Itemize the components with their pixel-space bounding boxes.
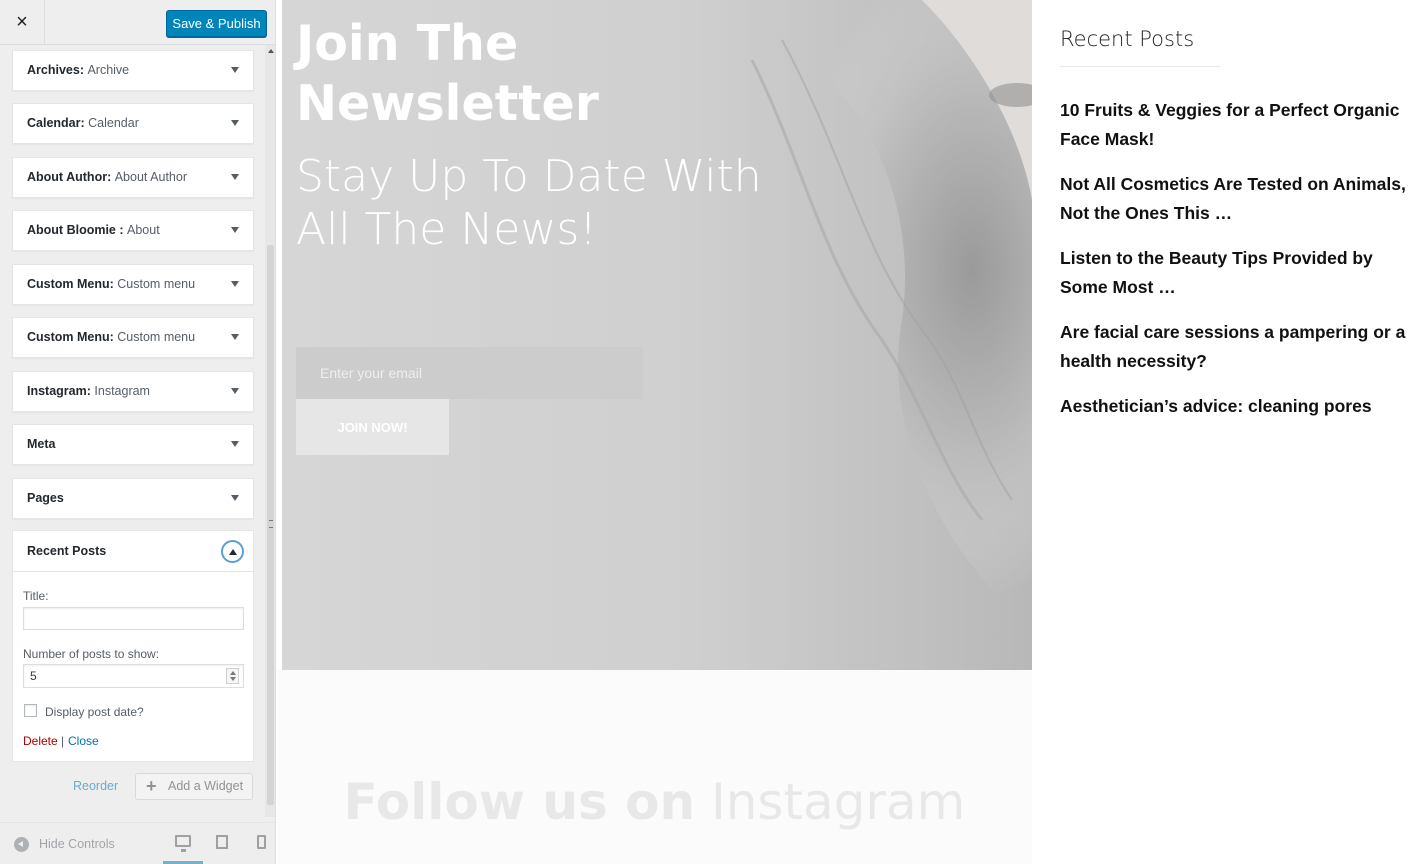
chevron-down-icon[interactable] (231, 441, 239, 447)
number-of-posts-stepper[interactable]: 5 (23, 664, 244, 688)
customizer-sidebar: × Save & Publish Archives: Archive Calen… (0, 0, 276, 864)
close-widget-link[interactable]: Close (68, 734, 99, 748)
widget-custom-menu-1[interactable]: Custom Menu: Custom menu (12, 264, 254, 305)
widget-title: Calendar: Calendar (27, 116, 139, 130)
widget-type: About Bloomie (27, 223, 120, 237)
link-separator: | (61, 734, 65, 748)
scrollbar-grip-icon (269, 520, 273, 528)
widget-custom-menu-2[interactable]: Custom Menu: Custom menu (12, 317, 254, 358)
widget-instance-title: About Author (114, 170, 187, 184)
widget-type: Archives (27, 63, 80, 77)
join-now-button[interactable]: JOIN NOW! (296, 399, 449, 455)
widget-title: Recent Posts (27, 544, 107, 558)
chevron-down-icon[interactable] (231, 227, 239, 233)
save-publish-button[interactable]: Save & Publish (166, 10, 267, 37)
newsletter-subtitle: Stay Up To Date With All The News! (296, 151, 762, 255)
customizer-footer: Hide Controls (0, 822, 275, 864)
widget-title: Meta (27, 437, 56, 451)
newsletter-title: Join The Newsletter (296, 15, 599, 132)
recent-posts-heading: Recent Posts (1060, 27, 1195, 51)
widget-title: Pages (27, 491, 64, 505)
widget-type: Instagram (27, 384, 87, 398)
instagram-section (277, 670, 1032, 864)
display-post-date-label: Display post date? (45, 705, 144, 719)
recent-post-link[interactable]: Listen to the Beauty Tips Provided by So… (1060, 244, 1419, 302)
widget-about-author[interactable]: About Author: About Author (12, 157, 254, 198)
widget-instance-title: Custom menu (117, 330, 196, 344)
number-field-label: Number of posts to show: (23, 647, 160, 661)
scroll-up-icon[interactable] (268, 49, 274, 53)
customizer-header: × Save & Publish (0, 0, 275, 45)
widget-title: Archives: Archive (27, 63, 130, 77)
collapse-arrow-icon (14, 836, 29, 852)
chevron-down-icon[interactable] (231, 281, 239, 287)
widget-title: Instagram: Instagram (27, 384, 150, 398)
widget-title: Custom Menu: Custom menu (27, 330, 196, 344)
add-widget-button[interactable]: + Add a Widget (135, 773, 253, 800)
title-field-label: Title: (23, 589, 49, 603)
number-of-posts-value: 5 (30, 669, 37, 683)
title-field[interactable] (23, 607, 244, 630)
chevron-down-icon[interactable] (231, 174, 239, 180)
desktop-preview-icon[interactable] (175, 835, 191, 852)
widget-type: Custom Menu (27, 277, 110, 291)
instagram-heading-bold: Follow us on (343, 773, 696, 831)
newsletter-email-input[interactable]: Enter your email (296, 347, 643, 399)
site-preview: Join The Newsletter Stay Up To Date With… (277, 0, 1419, 864)
widget-pages[interactable]: Pages (12, 478, 254, 519)
chevron-down-icon[interactable] (231, 388, 239, 394)
add-widget-label: Add a Widget (168, 779, 244, 793)
newsletter-hero: Join The Newsletter Stay Up To Date With… (282, 0, 1032, 670)
widget-type: Calendar (27, 116, 81, 130)
chevron-up-icon (228, 548, 237, 555)
widget-instagram[interactable]: Instagram: Instagram (12, 371, 254, 412)
tablet-preview-icon[interactable] (216, 835, 228, 849)
delete-widget-link[interactable]: Delete (23, 734, 58, 748)
widget-instance-title: About (127, 223, 160, 237)
widget-meta[interactable]: Meta (12, 424, 254, 465)
chevron-down-icon[interactable] (231, 67, 239, 73)
sidebar-scrollbar[interactable] (265, 45, 275, 817)
reorder-widgets-link[interactable]: Reorder (73, 779, 118, 793)
widget-archives[interactable]: Archives: Archive (12, 50, 254, 91)
widget-instance-title: Custom menu (117, 277, 196, 291)
widget-type: About Author (27, 170, 108, 184)
recent-posts-widget-header[interactable]: Recent Posts (13, 531, 253, 572)
recent-post-link[interactable]: Are facial care sessions a pampering or … (1060, 318, 1419, 376)
recent-posts-list: 10 Fruits & Veggies for a Perfect Organi… (1060, 96, 1419, 437)
widget-recent-posts: Recent Posts Title: Number of posts to s… (12, 530, 254, 762)
widget-instance-title: Instagram (94, 384, 150, 398)
recent-post-link[interactable]: Aesthetician’s advice: cleaning pores (1060, 392, 1419, 421)
widget-instance-title: Archive (87, 63, 130, 77)
chevron-down-icon[interactable] (231, 120, 239, 126)
display-post-date-checkbox[interactable] (24, 704, 37, 717)
recent-post-link[interactable]: 10 Fruits & Veggies for a Perfect Organi… (1060, 96, 1419, 154)
recent-post-link[interactable]: Not All Cosmetics Are Tested on Animals,… (1060, 170, 1419, 228)
instagram-heading-light: Instagram (710, 773, 966, 831)
widget-type: Custom Menu (27, 330, 110, 344)
chevron-down-icon[interactable] (231, 334, 239, 340)
widget-title: Custom Menu: Custom menu (27, 277, 196, 291)
widget-title: About Bloomie : About (27, 223, 160, 237)
instagram-heading: Follow us on Instagram (277, 770, 1032, 834)
widget-title: About Author: About Author (27, 170, 187, 184)
widget-calendar[interactable]: Calendar: Calendar (12, 103, 254, 144)
chevron-down-icon[interactable] (231, 495, 239, 501)
widget-about-bloomie[interactable]: About Bloomie : About (12, 210, 254, 251)
stepper-arrows-icon[interactable] (226, 668, 239, 684)
mobile-preview-icon[interactable] (257, 835, 266, 849)
close-customizer-button[interactable]: × (0, 0, 45, 45)
collapse-widget-button[interactable] (221, 540, 244, 563)
hide-controls-label: Hide Controls (39, 837, 115, 851)
widget-instance-title: Calendar (88, 116, 139, 130)
hide-controls-button[interactable]: Hide Controls (14, 823, 115, 864)
plus-icon: + (146, 776, 157, 796)
heading-divider (1060, 66, 1220, 67)
